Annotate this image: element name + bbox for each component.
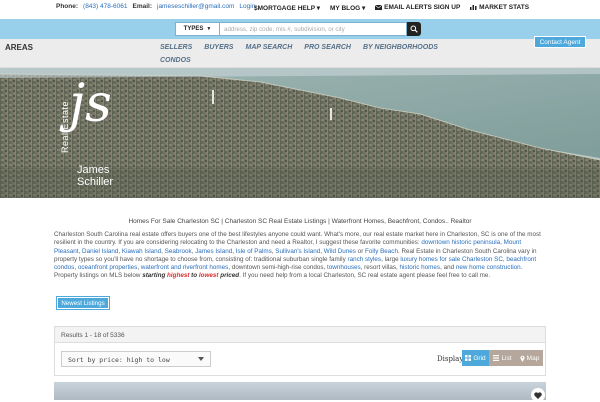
link-james-island[interactable]: James Island — [195, 248, 232, 255]
newest-listings-button[interactable]: Newest Listings — [57, 297, 109, 309]
view-map-button[interactable]: Map — [516, 350, 543, 366]
map-marker-icon — [519, 355, 525, 362]
search-icon — [410, 25, 418, 33]
search-input[interactable] — [220, 22, 407, 36]
bar-chart-icon — [470, 5, 477, 11]
search-button[interactable] — [407, 22, 421, 36]
phone-label: Phone: — [56, 3, 79, 10]
subnav-map-search[interactable]: MAP SEARCH — [245, 44, 292, 51]
listing-card-image[interactable] — [54, 382, 546, 400]
contact-agent-button[interactable]: Contact Agent — [534, 36, 586, 48]
list-icon — [493, 355, 500, 361]
email-label: Email: — [132, 3, 152, 10]
link-daniel-island[interactable]: Daniel Island — [82, 248, 118, 255]
link-historic-homes[interactable]: historic homes — [399, 264, 440, 271]
nav-email-alerts[interactable]: EMAIL ALERTS SIGN UP — [375, 4, 460, 12]
types-dropdown[interactable]: TYPES ▼ — [175, 22, 220, 36]
link-sullivans-island[interactable]: Sullivan's Island — [275, 248, 320, 255]
link-seabrook[interactable]: Seabrook — [165, 248, 192, 255]
nav-market-stats[interactable]: MARKET STATS — [470, 4, 529, 12]
logo-monogram: js — [69, 74, 112, 134]
brand-logo[interactable]: Real Estate js James Schiller — [55, 72, 125, 194]
chevron-down-icon: ▾ — [362, 5, 366, 12]
chevron-down-icon: ▾ — [316, 5, 320, 12]
login-link[interactable]: Login — [239, 3, 255, 10]
envelope-icon — [375, 4, 383, 10]
link-wild-dunes[interactable]: Wild Dunes — [324, 248, 356, 255]
results-panel: Results 1 - 18 of 5336 Sort by price: hi… — [54, 326, 546, 376]
link-waterfront-riverfront-homes[interactable]: waterfront and riverfront homes — [141, 264, 229, 271]
nav-my-blog[interactable]: MY BLOG ▾ — [330, 4, 365, 12]
link-ranch-styles[interactable]: ranch styles — [347, 256, 381, 263]
link-downtown-historic-peninsula[interactable]: downtown historic peninsula — [421, 239, 500, 246]
results-summary: Results 1 - 18 of 5336 — [55, 327, 545, 343]
page-headline: Homes For Sale Charleston SC | Charlesto… — [128, 218, 472, 225]
contact-info: Phone: (843) 478-6061 Email: jameseschil… — [56, 3, 255, 10]
email-link[interactable]: jameseschiller@gmail.com — [157, 3, 234, 10]
link-folly-beach[interactable]: Folly Beach — [365, 248, 398, 255]
chevron-down-icon: ▼ — [206, 26, 212, 32]
subnav-pro-search[interactable]: PRO SEARCH — [304, 44, 351, 51]
link-kiawah-island[interactable]: Kiawah Island — [122, 248, 161, 255]
link-new-home-construction[interactable]: new home construction — [456, 264, 521, 271]
subnav-sellers[interactable]: SELLERS — [160, 44, 192, 51]
chevron-down-icon — [198, 357, 204, 361]
view-grid-button[interactable]: Grid — [462, 350, 489, 366]
intro-paragraph: Charleston South Carolina real estate of… — [54, 231, 541, 280]
link-luxury-homes[interactable]: luxury homes for sale Charleston SC — [400, 256, 503, 263]
sort-select[interactable]: Sort by price: high to low — [61, 351, 211, 367]
areas-menu[interactable]: AREAS — [5, 43, 33, 52]
subnav-buyers[interactable]: BUYERS — [204, 44, 233, 51]
nav-mortgage-help[interactable]: $MORTGAGE HELP ▾ — [254, 4, 320, 12]
link-oceanfront-properties[interactable]: oceanfront properties — [78, 264, 138, 271]
logo-name: James Schiller — [77, 164, 114, 188]
link-townhouses[interactable]: townhouses — [327, 264, 361, 271]
subnav-links: SELLERS BUYERS MAP SEARCH PRO SEARCH BY … — [160, 44, 438, 64]
grid-icon — [465, 355, 472, 361]
phone-link[interactable]: (843) 478-6061 — [83, 3, 127, 10]
display-label: Display — [437, 355, 464, 363]
link-isle-of-palms[interactable]: Isle of Palms — [236, 248, 272, 255]
subnav-by-neighborhoods[interactable]: BY NEIGHBORHOODS — [363, 44, 438, 51]
heart-icon — [534, 391, 542, 399]
view-list-button[interactable]: List — [489, 350, 516, 366]
subnav-condos[interactable]: CONDOS — [160, 57, 191, 64]
top-bar: Phone: (843) 478-6061 Email: jameseschil… — [0, 0, 600, 19]
top-nav: $MORTGAGE HELP ▾ MY BLOG ▾ EMAIL ALERTS … — [254, 4, 529, 12]
